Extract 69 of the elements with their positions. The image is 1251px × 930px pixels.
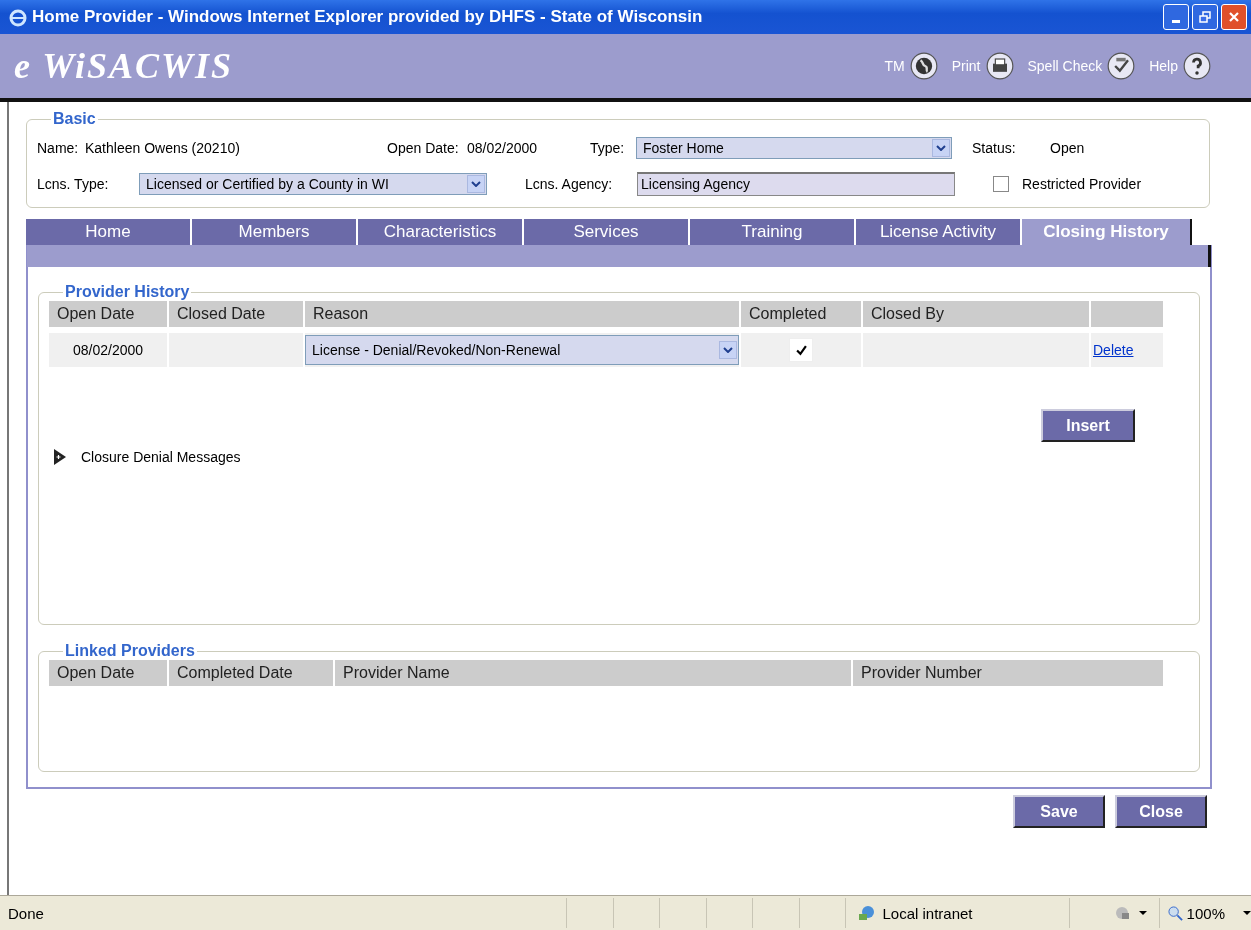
- zoom-icon[interactable]: [1167, 905, 1183, 921]
- checkbox-label: Restricted Provider: [1022, 176, 1142, 192]
- app-logo: e WiSACWIS: [14, 45, 235, 87]
- check-icon: [795, 344, 807, 356]
- reason-dropdown[interactable]: License - Denial/Revoked/Non-Renewal: [305, 335, 739, 365]
- type-dropdown[interactable]: Foster Home: [636, 137, 952, 159]
- expander-label[interactable]: Closure Denial Messages: [81, 449, 241, 465]
- help-button[interactable]: Help: [1149, 52, 1211, 80]
- close-button[interactable]: Close: [1115, 795, 1207, 828]
- tab[interactable]: License Activity: [856, 219, 1020, 245]
- column-header: Provider Name: [335, 660, 851, 686]
- name-value: Kathleen Owens (20210): [85, 140, 241, 156]
- agency-field[interactable]: Licensing Agency: [637, 172, 955, 196]
- column-header: Open Date: [49, 301, 167, 327]
- printer-icon: [985, 52, 1014, 80]
- column-header: Provider Number: [853, 660, 1163, 686]
- close-button[interactable]: [1221, 4, 1247, 30]
- toolbar-button[interactable]: Spell Check: [1027, 52, 1136, 80]
- column-header: Completed: [741, 301, 861, 327]
- insert-button[interactable]: Insert: [1041, 409, 1135, 442]
- field-label: Name:: [37, 140, 80, 156]
- section-title: Linked Providers: [64, 642, 196, 660]
- tab[interactable]: Closing History: [1022, 219, 1192, 245]
- dropdown-icon[interactable]: [1138, 911, 1147, 915]
- restore-button[interactable]: [1192, 4, 1218, 30]
- browser-icon: [8, 7, 28, 27]
- tab[interactable]: Members: [192, 219, 356, 245]
- checkbox[interactable]: [993, 176, 1009, 192]
- column-header: Completed Date: [169, 660, 333, 686]
- column-header: Open Date: [49, 660, 167, 686]
- network-icon: [858, 904, 877, 922]
- minimize-icon: [1172, 20, 1180, 23]
- minimize-button[interactable]: [1163, 4, 1189, 30]
- column-header: Closed Date: [169, 301, 303, 327]
- restore-icon: [1199, 11, 1211, 23]
- column-header: Closed By: [863, 301, 1089, 327]
- save-button[interactable]: Save: [1013, 795, 1105, 828]
- field-label: Type:: [590, 140, 626, 156]
- toolbar-button[interactable]: TM: [884, 52, 938, 80]
- tab[interactable]: Services: [524, 219, 688, 245]
- caret-icon: [471, 181, 481, 187]
- close-icon: [1228, 11, 1240, 23]
- column-header: [1091, 301, 1163, 327]
- tab[interactable]: Characteristics: [358, 219, 522, 245]
- zoom-level[interactable]: 100%: [1186, 904, 1225, 922]
- tab[interactable]: Home: [26, 219, 190, 245]
- date-value: 08/02/2000: [467, 140, 539, 156]
- table-cell: 08/02/2000: [49, 333, 167, 367]
- window-title: Home Provider - Windows Internet Explorer provided by DHFS - State of Wisconsin: [32, 7, 704, 27]
- column-header: Reason: [305, 301, 739, 327]
- field-label: Open Date:: [387, 140, 460, 156]
- caret-icon: [723, 347, 733, 353]
- help-icon: [1183, 52, 1211, 80]
- field-label: Status:: [972, 140, 1017, 156]
- field-label: Lcns. Agency:: [525, 176, 614, 192]
- expand-icon[interactable]: [53, 448, 67, 466]
- section-title: Provider History: [64, 283, 191, 301]
- caret-icon: [936, 145, 946, 151]
- status-text: Done: [7, 904, 45, 922]
- status-value: Open: [1050, 140, 1085, 156]
- toolbar-button[interactable]: Print: [951, 52, 1014, 80]
- zone-text: Local intranet: [882, 904, 973, 922]
- section-title: Basic: [52, 110, 97, 128]
- dropdown-icon[interactable]: [1243, 911, 1251, 915]
- license-type-dropdown[interactable]: Licensed or Certified by a County in WI: [139, 173, 487, 195]
- spell-check-icon: [1107, 52, 1136, 80]
- tab[interactable]: Training: [690, 219, 854, 245]
- globe-icon: [909, 52, 938, 80]
- field-label: Lcns. Type:: [37, 176, 110, 192]
